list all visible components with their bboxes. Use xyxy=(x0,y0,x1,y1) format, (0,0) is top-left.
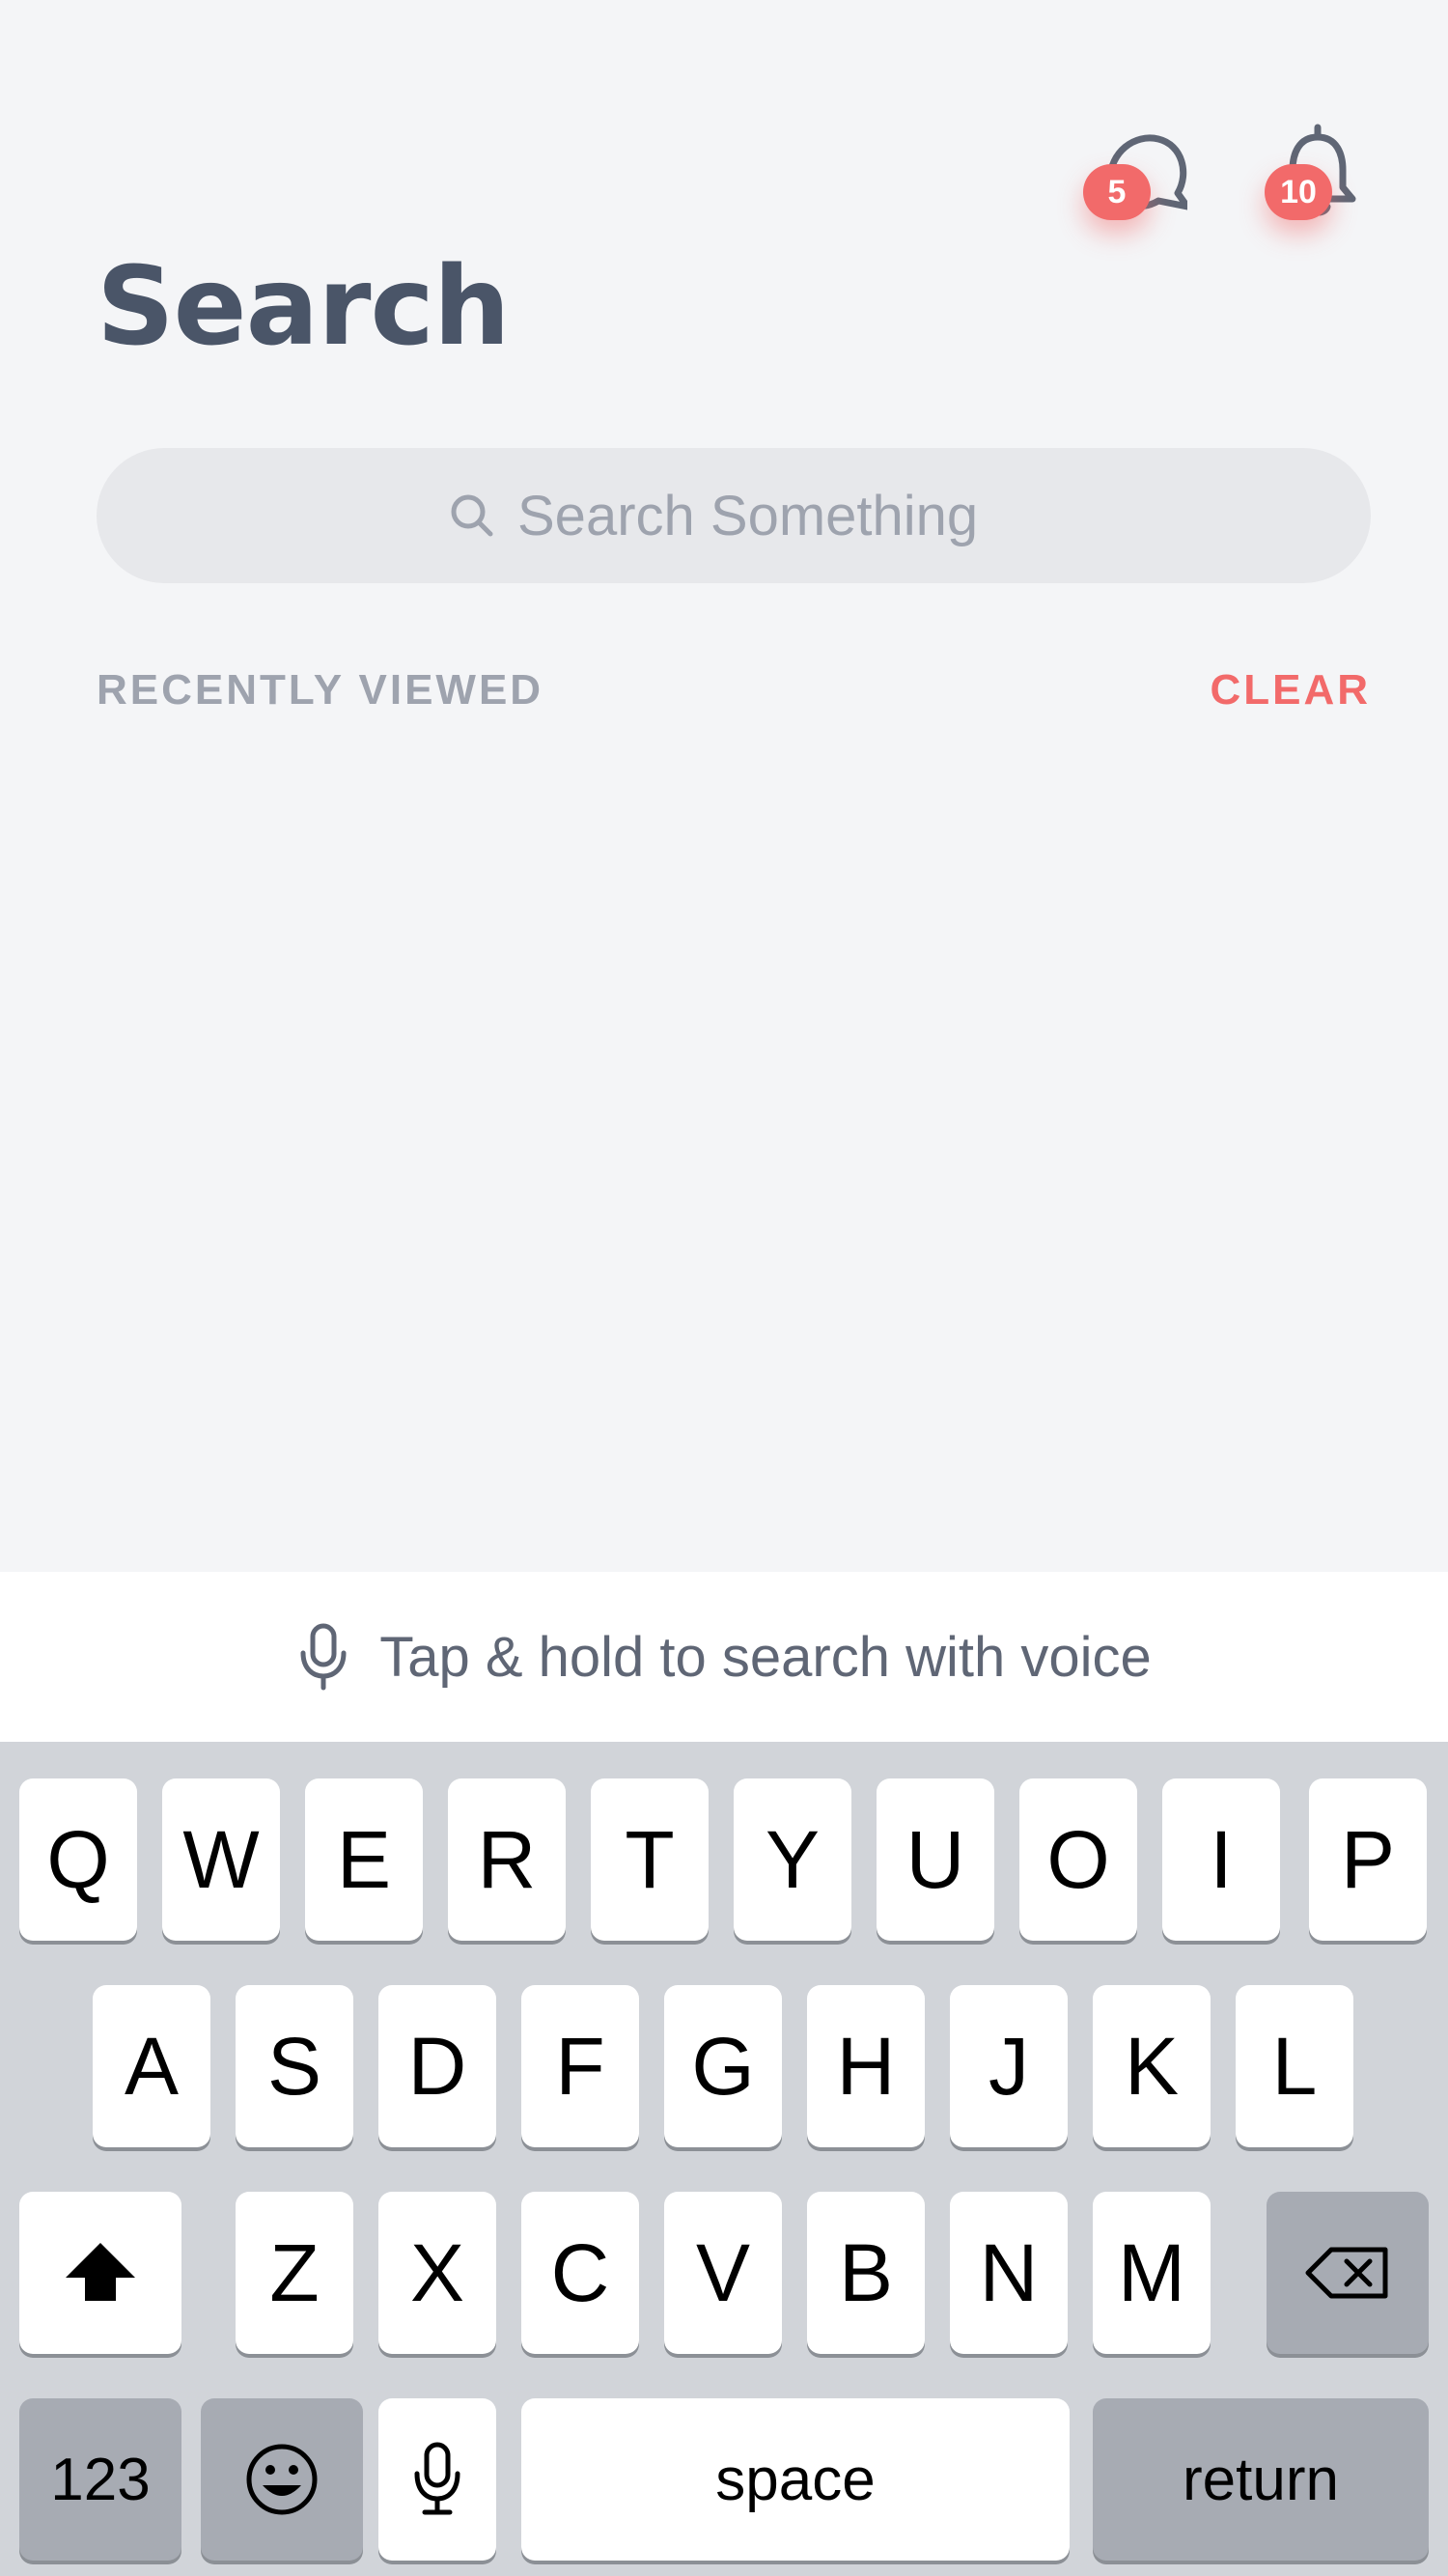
key[interactable]: C xyxy=(521,2192,639,2354)
key[interactable]: G xyxy=(664,1985,782,2147)
search-icon xyxy=(451,494,493,537)
backspace-icon xyxy=(1305,2247,1388,2299)
emoji-icon xyxy=(246,2444,318,2515)
search-screen: 5 10 Search RECENTLY VIEWED CLEAR Tap & … xyxy=(0,0,1448,2576)
key[interactable]: B xyxy=(807,2192,925,2354)
key[interactable]: O xyxy=(1019,1778,1137,1941)
backspace-key[interactable] xyxy=(1267,2192,1429,2354)
key[interactable]: P xyxy=(1309,1778,1427,1941)
key[interactable]: D xyxy=(378,1985,496,2147)
key[interactable]: V xyxy=(664,2192,782,2354)
voice-search-bar[interactable]: Tap & hold to search with voice xyxy=(0,1572,1448,1742)
key[interactable]: L xyxy=(1236,1985,1353,2147)
key[interactable]: A xyxy=(93,1985,210,2147)
search-input[interactable] xyxy=(517,483,1019,548)
shift-arrow-icon xyxy=(66,2243,135,2301)
key[interactable]: J xyxy=(950,1985,1068,2147)
microphone-icon xyxy=(414,2442,460,2515)
key[interactable]: M xyxy=(1093,2192,1211,2354)
key[interactable]: E xyxy=(305,1778,423,1941)
key[interactable]: X xyxy=(378,2192,496,2354)
key[interactable]: W xyxy=(162,1778,280,1941)
return-key[interactable]: return xyxy=(1093,2398,1429,2561)
key[interactable]: Q xyxy=(19,1778,137,1941)
space-key[interactable]: space xyxy=(521,2398,1070,2561)
notifications-badge: 10 xyxy=(1265,164,1332,220)
key[interactable]: H xyxy=(807,1985,925,2147)
key[interactable]: Z xyxy=(236,2192,353,2354)
key[interactable]: U xyxy=(877,1778,994,1941)
key[interactable]: T xyxy=(591,1778,709,1941)
numbers-key[interactable]: 123 xyxy=(19,2398,181,2561)
keyboard: Q W E R T Y U O I P A S D F G H J K L Z … xyxy=(0,1742,1448,2576)
key[interactable]: K xyxy=(1093,1985,1211,2147)
key[interactable]: S xyxy=(236,1985,353,2147)
key[interactable]: R xyxy=(448,1778,566,1941)
microphone-icon xyxy=(300,1623,347,1691)
key[interactable]: I xyxy=(1162,1778,1280,1941)
key[interactable]: Y xyxy=(734,1778,851,1941)
key[interactable]: F xyxy=(521,1985,639,2147)
shift-key[interactable] xyxy=(19,2192,181,2354)
voice-search-hint: Tap & hold to search with voice xyxy=(379,1625,1152,1689)
dictation-key[interactable] xyxy=(378,2398,496,2561)
search-bar[interactable] xyxy=(97,448,1371,583)
clear-button[interactable]: CLEAR xyxy=(1210,666,1371,714)
recently-viewed-label: RECENTLY VIEWED xyxy=(97,666,544,714)
messages-badge: 5 xyxy=(1083,164,1151,220)
page-title: Search xyxy=(97,244,511,370)
key[interactable]: N xyxy=(950,2192,1068,2354)
emoji-key[interactable] xyxy=(201,2398,363,2561)
